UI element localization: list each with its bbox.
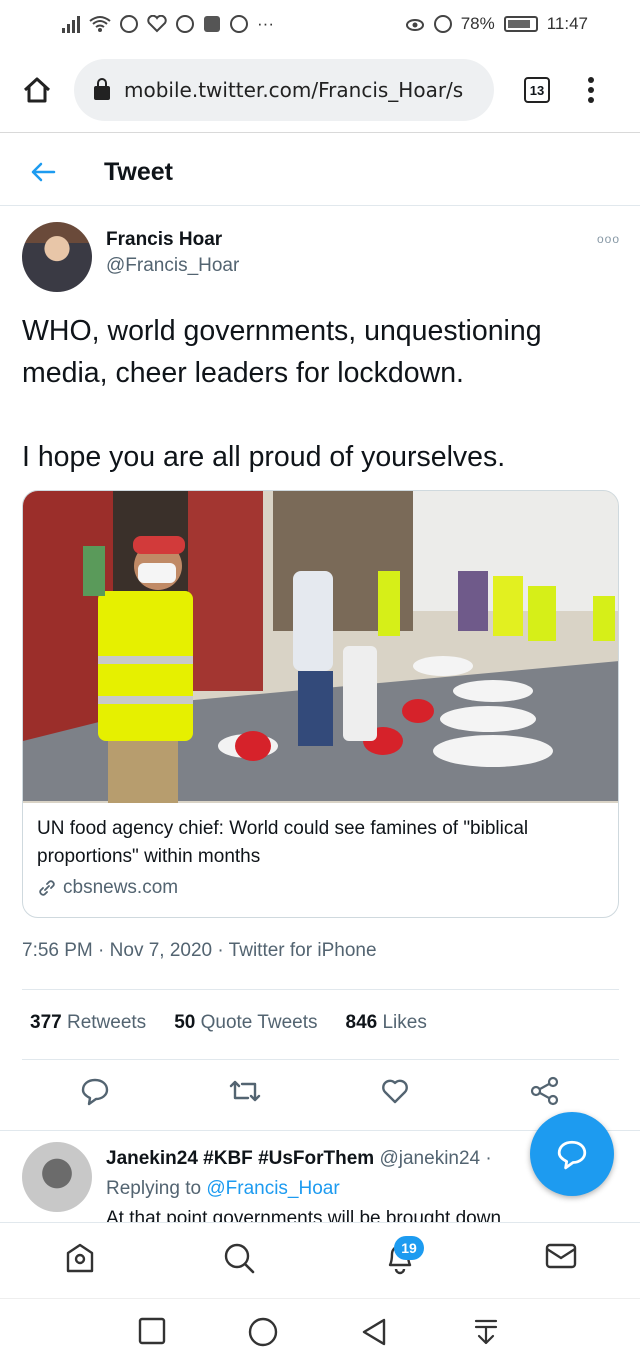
bottom-nav <box>0 1222 640 1298</box>
tabs-button[interactable]: 13 <box>524 77 550 103</box>
nav-messages[interactable] <box>544 1241 578 1276</box>
reply-avatar[interactable] <box>22 1142 92 1212</box>
reply-icon <box>81 1078 109 1106</box>
link-icon <box>39 880 55 896</box>
recents-button[interactable] <box>138 1317 166 1350</box>
share-button[interactable] <box>530 1076 560 1111</box>
notification-pull-button[interactable] <box>474 1317 498 1350</box>
retweets-label: Retweets <box>66 1012 147 1033</box>
reply-button[interactable] <box>80 1076 110 1111</box>
tweet-time[interactable]: 7:56 PM <box>22 940 93 961</box>
reply-author-handle[interactable]: @janekin24 · <box>379 1148 491 1169</box>
tweet-text: WHO, world governments, unquestioning me… <box>22 310 622 478</box>
signal-icon <box>62 15 80 33</box>
status-right-icons: 78% 11:47 <box>405 14 588 34</box>
alarm-icon <box>176 15 194 33</box>
home-icon <box>66 1243 94 1273</box>
likes-label: Likes <box>382 1012 427 1033</box>
back-triangle-icon <box>362 1318 386 1346</box>
meta-separator: · <box>217 940 229 961</box>
address-bar[interactable]: mobile.twitter.com/Francis_Hoar/s <box>74 59 494 121</box>
author-handle[interactable]: @Francis_Hoar <box>106 252 239 280</box>
toolbar-divider <box>0 132 640 133</box>
card-title: UN food agency chief: World could see fa… <box>37 818 529 867</box>
tweet-stats: 377 Retweets 50 Quote Tweets 846 Likes <box>30 1012 427 1034</box>
tweet-paragraph: I hope you are all proud of yourselves. <box>22 441 506 473</box>
tweet-paragraph: WHO, world governments, unquestioning me… <box>22 315 542 389</box>
status-left-icons: ··· <box>62 14 274 34</box>
retweets-count: 377 <box>30 1012 62 1033</box>
meta-separator: · <box>98 940 110 961</box>
mail-icon <box>545 1243 577 1269</box>
browser-toolbar: mobile.twitter.com/Francis_Hoar/s 13 <box>0 52 640 128</box>
url-text: mobile.twitter.com/Francis_Hoar/s <box>124 78 464 102</box>
share-icon <box>530 1076 559 1106</box>
like-button[interactable] <box>380 1076 410 1111</box>
author-name[interactable]: Francis Hoar <box>106 228 239 252</box>
retweet-button[interactable] <box>228 1076 262 1111</box>
author-names: Francis Hoar @Francis_Hoar <box>106 228 239 292</box>
back-nav-button[interactable] <box>360 1317 388 1352</box>
search-icon <box>224 1243 255 1274</box>
tweet-author: Francis Hoar @Francis_Hoar ooo <box>22 222 620 292</box>
clock-icon <box>433 15 452 33</box>
card-domain: cbsnews.com <box>37 873 604 903</box>
replying-to-link[interactable]: @Francis_Hoar <box>206 1178 339 1199</box>
divider <box>22 1059 619 1060</box>
home-button[interactable] <box>0 76 74 104</box>
compose-reply-button[interactable] <box>530 1112 614 1196</box>
tweet-actions <box>0 1076 640 1116</box>
lock-icon <box>94 78 110 100</box>
back-button[interactable] <box>0 158 104 188</box>
home-icon <box>23 77 51 103</box>
likes-stat[interactable]: 846 Likes <box>346 1012 427 1034</box>
retweet-icon <box>229 1080 261 1102</box>
system-nav-bar <box>0 1298 640 1370</box>
tweet-header: Tweet <box>0 140 640 206</box>
pinterest-icon <box>230 15 248 33</box>
overflow-menu-icon[interactable] <box>588 77 594 103</box>
tweet-meta: 7:56 PM · Nov 7, 2020 · Twitter for iPho… <box>22 940 377 962</box>
reply-text: At that point governments will be brough… <box>106 1208 502 1222</box>
status-bar: ··· 78% 11:47 <box>0 0 640 48</box>
clock-time: 11:47 <box>546 14 588 33</box>
battery-icon <box>503 16 538 32</box>
heart-rate-icon <box>147 15 167 33</box>
quotes-stat[interactable]: 50 Quote Tweets <box>174 1012 317 1034</box>
more-options-icon[interactable]: ooo <box>597 232 620 246</box>
card-photo <box>23 491 618 803</box>
news-icon <box>204 16 220 32</box>
wifi-icon <box>89 16 111 32</box>
nav-search[interactable] <box>222 1241 256 1280</box>
card-domain-text: cbsnews.com <box>63 877 179 898</box>
quotes-count: 50 <box>174 1012 196 1033</box>
compose-reply-icon <box>557 1140 587 1170</box>
card-body: UN food agency chief: World could see fa… <box>23 803 618 903</box>
heart-icon <box>382 1079 408 1104</box>
quotes-label: Quote Tweets <box>200 1012 318 1033</box>
card-image <box>23 491 618 803</box>
tweet-date[interactable]: Nov 7, 2020 <box>110 940 212 961</box>
back-arrow-icon <box>31 162 56 181</box>
home-nav-button[interactable] <box>248 1317 278 1352</box>
eye-icon <box>405 19 424 31</box>
nav-home[interactable] <box>64 1241 96 1280</box>
more-icon: ··· <box>257 14 274 33</box>
retweets-stat[interactable]: 377 Retweets <box>30 1012 146 1034</box>
page-title: Tweet <box>104 158 173 186</box>
tweet-source[interactable]: Twitter for iPhone <box>229 940 377 961</box>
messenger-icon <box>120 15 138 33</box>
divider <box>22 989 619 990</box>
notifications-badge: 19 <box>394 1236 424 1260</box>
pull-down-icon <box>474 1319 498 1345</box>
likes-count: 846 <box>345 1012 378 1033</box>
recents-icon <box>138 1317 166 1345</box>
replying-to-prefix: Replying to <box>106 1178 202 1199</box>
battery-percent: 78% <box>460 14 495 33</box>
home-circle-icon <box>248 1317 278 1347</box>
link-card[interactable]: UN food agency chief: World could see fa… <box>22 490 619 918</box>
reply-author-name[interactable]: Janekin24 #KBF #UsForThem <box>106 1148 374 1169</box>
author-avatar[interactable] <box>22 222 92 292</box>
